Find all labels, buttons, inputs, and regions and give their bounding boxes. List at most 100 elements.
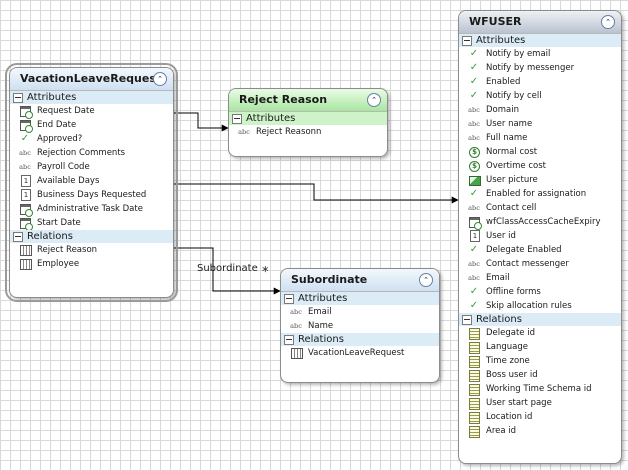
attribute-item[interactable]: ✓ Notify by email bbox=[459, 47, 621, 61]
attribute-item[interactable]: End Date bbox=[10, 118, 173, 133]
attribute-item[interactable]: abc Full name bbox=[459, 131, 621, 145]
entity-wfuser[interactable]: WFUSER ⌃ Attributes ✓ Notify by email ✓ Not… bbox=[458, 10, 622, 464]
attribute-item[interactable]: abc Contact messenger bbox=[459, 257, 621, 271]
attribute-item[interactable]: ✓ Enabled for assignation bbox=[459, 187, 621, 201]
collapse-icon[interactable]: ⌃ bbox=[419, 273, 433, 287]
relation-item[interactable]: Employee bbox=[10, 257, 173, 271]
attribute-item[interactable]: 1 User id bbox=[459, 229, 621, 243]
relation-item[interactable]: Boss user id bbox=[459, 368, 621, 382]
entity-title: Subordinate bbox=[291, 273, 368, 286]
relation-icon bbox=[469, 342, 480, 354]
attribute-item[interactable]: wfClassAccessCacheExpiry bbox=[459, 215, 621, 230]
attribute-item[interactable]: abc Rejection Comments bbox=[10, 146, 173, 160]
attribute-item[interactable]: ✓ Notify by messenger bbox=[459, 61, 621, 75]
relations-section-header[interactable]: Relations bbox=[10, 230, 173, 243]
entity-header[interactable]: Subordinate ⌃ bbox=[281, 269, 439, 292]
relation-item[interactable]: Delegate id bbox=[459, 326, 621, 340]
attribute-item[interactable]: 1 Business Days Requested bbox=[10, 188, 173, 202]
attribute-item[interactable]: ✓ Approved? bbox=[10, 132, 173, 146]
item-label: User start page bbox=[486, 398, 552, 408]
attribute-item[interactable]: ✓ Enabled bbox=[459, 75, 621, 89]
attribute-item[interactable]: User picture bbox=[459, 173, 621, 187]
entity-reject-reason[interactable]: Reject Reason ⌃ Attributes abc Reject Rea… bbox=[228, 88, 388, 157]
section-toggle-icon[interactable] bbox=[462, 315, 472, 325]
attributes-section-header[interactable]: Attributes bbox=[459, 34, 621, 47]
attribute-item[interactable]: abc Domain bbox=[459, 103, 621, 117]
attribute-item[interactable]: Request Date bbox=[10, 104, 173, 119]
attributes-section-header[interactable]: Attributes bbox=[281, 292, 439, 305]
attribute-item[interactable]: ✓ Skip allocation rules bbox=[459, 299, 621, 313]
entity-header[interactable]: WFUSER ⌃ bbox=[459, 11, 621, 34]
check-icon: ✓ bbox=[469, 244, 479, 255]
attribute-list: ✓ Notify by email ✓ Notify by messenger ✓ Ena… bbox=[459, 47, 621, 313]
attribute-item[interactable]: Start Date bbox=[10, 216, 173, 231]
table-icon bbox=[20, 245, 32, 256]
text-icon: abc bbox=[468, 274, 480, 282]
entity-subordinate[interactable]: Subordinate ⌃ Attributes abc Email abc Name… bbox=[280, 268, 440, 383]
section-toggle-icon[interactable] bbox=[284, 294, 294, 304]
relations-section-header[interactable]: Relations bbox=[459, 313, 621, 326]
attribute-item[interactable]: abc Payroll Code bbox=[10, 160, 173, 174]
entity-vacation-leave-request[interactable]: VacationLeaveRequest ⌃ Attributes Reques… bbox=[5, 63, 178, 302]
attributes-section-header[interactable]: Attributes bbox=[229, 112, 387, 125]
section-label: Attributes bbox=[476, 35, 526, 46]
section-toggle-icon[interactable] bbox=[13, 93, 23, 103]
calendar-icon bbox=[469, 217, 482, 230]
attribute-item[interactable]: 1 Available Days bbox=[10, 174, 173, 188]
attribute-item[interactable]: abc Contact cell bbox=[459, 201, 621, 215]
section-label: Relations bbox=[298, 334, 344, 345]
relation-item[interactable]: Language bbox=[459, 340, 621, 354]
item-label: Start Date bbox=[37, 218, 81, 228]
item-label: wfClassAccessCacheExpiry bbox=[486, 217, 601, 227]
table-icon bbox=[20, 259, 32, 270]
money-icon: $ bbox=[469, 147, 480, 158]
attribute-item[interactable]: abc Email bbox=[281, 305, 439, 319]
item-label: Reject Reasonn bbox=[256, 127, 322, 137]
attribute-item[interactable]: ✓ Delegate Enabled bbox=[459, 243, 621, 257]
section-label: Relations bbox=[476, 314, 522, 325]
attribute-item[interactable]: Administrative Task Date bbox=[10, 202, 173, 217]
item-label: Available Days bbox=[37, 176, 100, 186]
relations-section-header[interactable]: Relations bbox=[281, 333, 439, 346]
relation-item[interactable]: VacationLeaveRequest bbox=[281, 346, 439, 360]
attribute-item[interactable]: ✓ Offline forms bbox=[459, 285, 621, 299]
attribute-item[interactable]: $ Overtime cost bbox=[459, 159, 621, 173]
relation-item[interactable]: Working Time Schema id bbox=[459, 382, 621, 396]
entity-title: WFUSER bbox=[469, 15, 522, 28]
entity-header[interactable]: VacationLeaveRequest ⌃ bbox=[10, 68, 173, 91]
table-icon bbox=[291, 348, 303, 359]
item-label: User name bbox=[486, 119, 533, 129]
collapse-icon[interactable]: ⌃ bbox=[367, 93, 381, 107]
section-toggle-icon[interactable] bbox=[13, 232, 23, 242]
text-icon: abc bbox=[468, 260, 480, 268]
relation-item[interactable]: User start page bbox=[459, 396, 621, 410]
attribute-item[interactable]: abc User name bbox=[459, 117, 621, 131]
relation-item[interactable]: Time zone bbox=[459, 354, 621, 368]
item-label: Time zone bbox=[486, 356, 530, 366]
relation-icon bbox=[469, 412, 480, 424]
section-toggle-icon[interactable] bbox=[232, 114, 242, 124]
section-toggle-icon[interactable] bbox=[462, 36, 472, 46]
attributes-section-header[interactable]: Attributes bbox=[10, 91, 173, 104]
item-label: Reject Reason bbox=[37, 245, 98, 255]
relation-item[interactable]: Location id bbox=[459, 410, 621, 424]
item-label: Name bbox=[308, 321, 334, 331]
attribute-item[interactable]: $ Normal cost bbox=[459, 145, 621, 159]
collapse-icon[interactable]: ⌃ bbox=[153, 72, 167, 86]
relation-item[interactable]: Reject Reason bbox=[10, 243, 173, 257]
relation-item[interactable]: Area id bbox=[459, 424, 621, 438]
diagram-canvas[interactable]: Subordinate * VacationLeaveRequest ⌃ Att… bbox=[0, 0, 628, 470]
connector-reject-reason[interactable] bbox=[172, 112, 229, 132]
check-icon: ✓ bbox=[469, 62, 479, 73]
entity-header[interactable]: Reject Reason ⌃ bbox=[229, 89, 387, 112]
attribute-item[interactable]: abc Email bbox=[459, 271, 621, 285]
attribute-item[interactable]: ✓ Notify by cell bbox=[459, 89, 621, 103]
collapse-icon[interactable]: ⌃ bbox=[601, 15, 615, 29]
attribute-item[interactable]: abc Name bbox=[281, 319, 439, 333]
check-icon: ✓ bbox=[469, 76, 479, 87]
item-label: Employee bbox=[37, 259, 80, 269]
attribute-item[interactable]: abc Reject Reasonn bbox=[229, 125, 387, 139]
connector-employee[interactable] bbox=[172, 183, 459, 204]
section-label: Relations bbox=[27, 231, 73, 242]
section-toggle-icon[interactable] bbox=[284, 335, 294, 345]
